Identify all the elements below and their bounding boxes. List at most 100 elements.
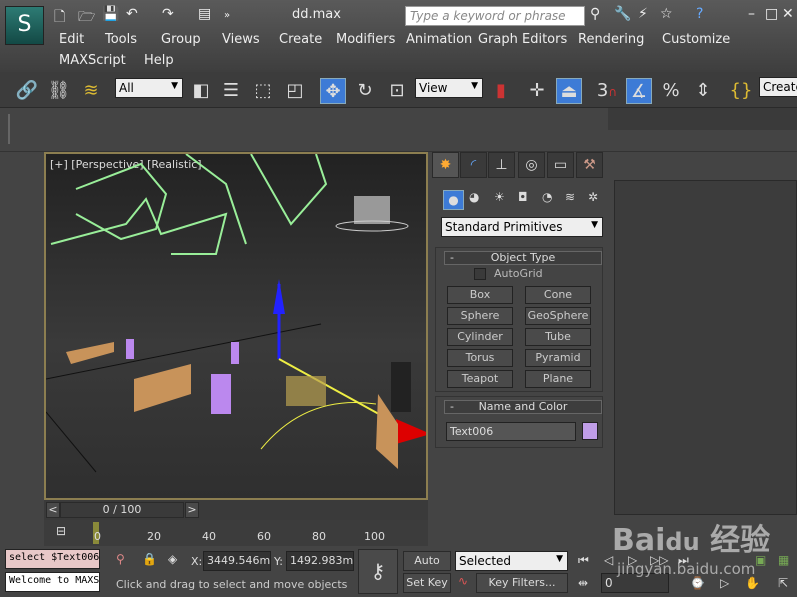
manipulate-icon[interactable]: ✛: [524, 78, 550, 104]
ribbon-handle[interactable]: [8, 114, 10, 144]
current-frame-input[interactable]: 0: [601, 573, 669, 593]
star-icon[interactable]: ☆: [660, 6, 673, 22]
next-key-icon[interactable]: ▷▷: [650, 553, 668, 567]
teapot-button[interactable]: Teapot: [447, 370, 513, 388]
select-object-icon[interactable]: ◧: [188, 78, 214, 104]
auto-key-button[interactable]: Auto Key: [403, 551, 451, 585]
edit-named-selection-icon[interactable]: {}: [728, 78, 754, 104]
rectangular-selection-icon[interactable]: ⬚: [250, 78, 276, 104]
link-icon[interactable]: 🔗: [14, 78, 40, 104]
shapes-icon[interactable]: ◕: [469, 190, 479, 204]
geometry-icon[interactable]: ●: [443, 190, 464, 210]
go-to-start-icon[interactable]: ⏮: [578, 553, 589, 568]
box-button[interactable]: Box: [447, 286, 513, 304]
undo-icon[interactable]: ↶: [126, 6, 138, 22]
play-icon[interactable]: ▷: [628, 553, 637, 567]
menu-edit[interactable]: Edit: [59, 32, 84, 47]
selection-filter-dropdown[interactable]: All ▼: [115, 78, 183, 98]
menu-tools[interactable]: Tools: [105, 32, 137, 47]
tab-hierarchy[interactable]: ⊥: [488, 152, 515, 178]
window-crossing-icon[interactable]: ◰: [282, 78, 308, 104]
select-and-move-icon[interactable]: ✥: [320, 78, 346, 104]
minimize-icon[interactable]: –: [748, 6, 755, 22]
set-keys-button[interactable]: ⚷: [358, 549, 398, 594]
key-filters-button[interactable]: Key Filters...: [476, 573, 568, 593]
satellite-icon[interactable]: ⚡: [638, 6, 648, 22]
object-color-swatch[interactable]: [582, 422, 598, 440]
maximize-icon[interactable]: □: [765, 6, 778, 22]
track-bar[interactable]: ⊟ 0 20 40 60 80 100: [44, 520, 428, 546]
binoculars-icon[interactable]: ⚲: [590, 6, 600, 22]
spinner-snap-icon[interactable]: ⇕: [690, 78, 716, 104]
help-icon[interactable]: ?: [696, 6, 703, 22]
unlink-icon[interactable]: ⛓: [46, 78, 72, 104]
geosphere-button[interactable]: GeoSphere: [525, 307, 591, 325]
save-icon[interactable]: 💾: [102, 6, 119, 22]
app-menu-button[interactable]: S: [5, 6, 44, 45]
curve-editor-icon[interactable]: ⊟: [56, 524, 66, 538]
menu-graph-editors[interactable]: Graph Editors: [478, 32, 567, 47]
maxscript-output[interactable]: Welcome to MAXScript: [5, 572, 100, 592]
systems-icon[interactable]: ✲: [588, 190, 598, 204]
cone-button[interactable]: Cone: [525, 286, 591, 304]
menu-create[interactable]: Create: [279, 32, 322, 47]
space-warps-icon[interactable]: ≋: [565, 190, 575, 204]
cylinder-button[interactable]: Cylinder: [447, 328, 513, 346]
maximize-viewport-icon[interactable]: ⇱: [778, 576, 788, 590]
lights-icon[interactable]: ☀: [494, 190, 505, 204]
menu-help[interactable]: Help: [144, 53, 174, 68]
plane-button[interactable]: Plane: [525, 370, 591, 388]
menu-animation[interactable]: Animation: [406, 32, 472, 47]
pyramid-button[interactable]: Pyramid: [525, 349, 591, 367]
search-input[interactable]: Type a keyword or phrase: [405, 6, 585, 26]
tube-button[interactable]: Tube: [525, 328, 591, 346]
tab-utilities[interactable]: ⚒: [576, 152, 603, 178]
zoom-extents-all-icon[interactable]: ▦: [778, 553, 789, 567]
time-slider[interactable]: < 0 / 100 >: [44, 500, 428, 520]
tangent-icon[interactable]: ∿: [458, 574, 468, 588]
new-file-icon[interactable]: 🗋: [54, 6, 65, 30]
percent-snap-icon[interactable]: %: [658, 78, 684, 104]
bind-space-warp-icon[interactable]: ≋: [78, 78, 104, 104]
prev-key-icon[interactable]: ◁: [604, 553, 613, 567]
tab-create[interactable]: ✸: [432, 152, 459, 178]
pin-icon[interactable]: ⚲: [116, 552, 125, 566]
time-config-icon[interactable]: ⌚: [690, 576, 705, 590]
pivot-center-icon[interactable]: ▮: [488, 78, 514, 104]
menu-views[interactable]: Views: [222, 32, 260, 47]
set-key-button[interactable]: Set Key: [403, 573, 451, 593]
more-icon[interactable]: »: [224, 10, 230, 21]
x-coordinate-input[interactable]: 3449.546m: [203, 551, 271, 571]
pan-icon[interactable]: ✋: [745, 576, 760, 590]
redo-icon[interactable]: ↷: [162, 6, 174, 22]
key-mode-dropdown[interactable]: Selected ▼: [455, 551, 568, 571]
angle-snap-icon[interactable]: ∡: [626, 78, 652, 104]
key-mode-toggle-icon[interactable]: ⇹: [578, 576, 588, 590]
menu-group[interactable]: Group: [161, 32, 201, 47]
category-dropdown[interactable]: Standard Primitives ▼: [441, 217, 603, 237]
menu-rendering[interactable]: Rendering: [578, 32, 644, 47]
maxscript-listener-input[interactable]: select $Text006: [5, 549, 100, 569]
snap-toggle-icon[interactable]: 3∩: [594, 78, 620, 104]
menu-modifiers[interactable]: Modifiers: [336, 32, 395, 47]
sphere-button[interactable]: Sphere: [447, 307, 513, 325]
close-icon[interactable]: ✕: [782, 6, 794, 22]
menu-maxscript[interactable]: MAXScript: [59, 53, 126, 68]
open-file-icon[interactable]: 🗁: [78, 6, 95, 30]
cameras-icon[interactable]: ◘: [518, 190, 528, 204]
scale-icon[interactable]: ⊡: [384, 78, 410, 104]
object-name-input[interactable]: Text006: [446, 422, 576, 441]
rotate-icon[interactable]: ↻: [352, 78, 378, 104]
menu-customize[interactable]: Customize: [662, 32, 730, 47]
torus-button[interactable]: Torus: [447, 349, 513, 367]
absolute-mode-icon[interactable]: ◈: [168, 552, 177, 566]
helpers-icon[interactable]: ◔: [542, 190, 552, 204]
tab-display[interactable]: ▭: [547, 152, 574, 178]
tab-motion[interactable]: ◎: [518, 152, 545, 178]
time-slider-thumb[interactable]: 0 / 100: [60, 502, 184, 518]
orbit-icon[interactable]: ▷: [720, 576, 729, 590]
y-coordinate-input[interactable]: 1492.983m: [286, 551, 354, 571]
go-to-end-icon[interactable]: ⏭: [678, 553, 689, 568]
rollout-header[interactable]: - Object Type: [444, 251, 602, 265]
next-frame-button[interactable]: >: [185, 502, 199, 518]
